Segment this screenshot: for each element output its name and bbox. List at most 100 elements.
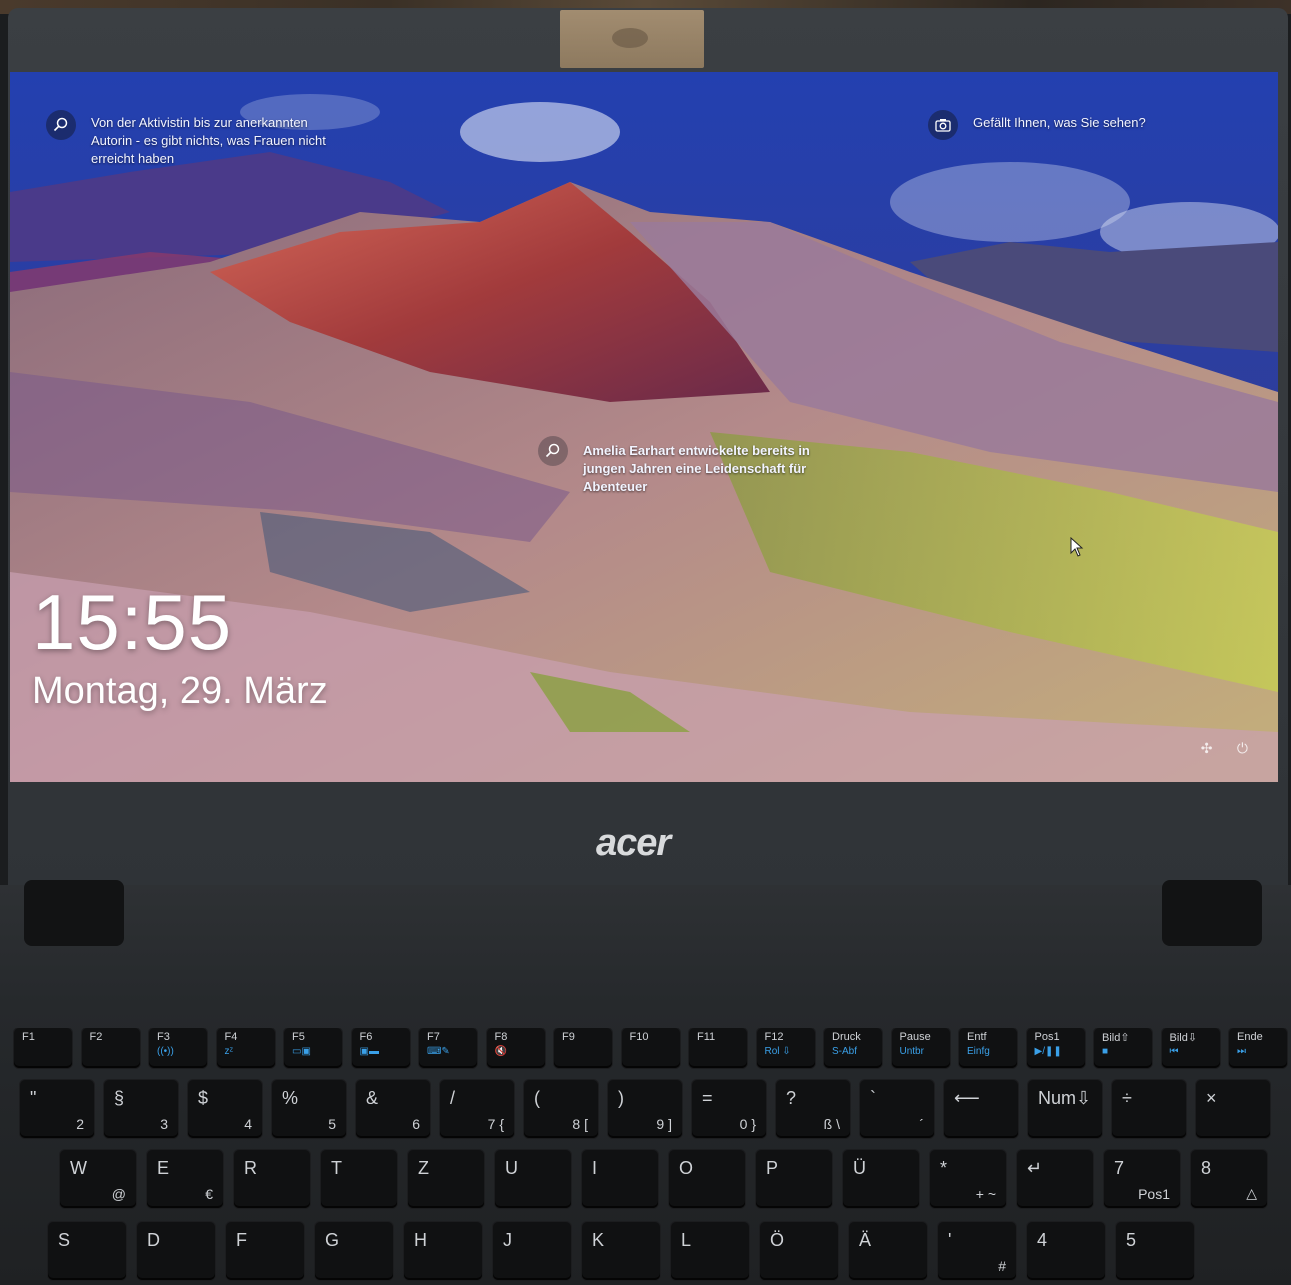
key-qwertz_row-5[interactable]: U bbox=[495, 1150, 571, 1208]
key-function_keys-4[interactable]: F5 ▭▣ bbox=[284, 1028, 342, 1068]
key-number_row-1[interactable]: § 3 bbox=[104, 1080, 178, 1138]
key-function_keys-7[interactable]: F8 🔇 bbox=[486, 1028, 545, 1068]
key-number_row-11[interactable]: ⟵ bbox=[944, 1080, 1018, 1138]
key-qwertz_row-11[interactable]: ↵ bbox=[1017, 1150, 1093, 1208]
key-asdf_row-5[interactable]: J bbox=[493, 1222, 571, 1280]
tip-top-left[interactable]: Von der Aktivistin bis zur anerkannten A… bbox=[46, 110, 366, 170]
key-qwertz_row-6[interactable]: I bbox=[582, 1150, 658, 1208]
key-asdf_row-1[interactable]: D bbox=[137, 1222, 215, 1280]
search-icon-wrap-center[interactable] bbox=[538, 436, 568, 466]
key-number_row-3[interactable]: % 5 bbox=[272, 1080, 346, 1138]
key-label: L bbox=[681, 1230, 692, 1250]
key-qwertz_row-8[interactable]: P bbox=[756, 1150, 832, 1208]
key-number_row-9[interactable]: ? ß \ bbox=[776, 1080, 850, 1138]
key-label: Entf bbox=[967, 1031, 987, 1043]
key-function_keys-14[interactable]: Entf Einfg bbox=[959, 1028, 1017, 1068]
key-asdf_row-8[interactable]: Ö bbox=[760, 1222, 838, 1280]
key-qwertz_row-12[interactable]: 7 Pos1 bbox=[1104, 1150, 1180, 1208]
key-number_row-5[interactable]: / 7 { bbox=[440, 1080, 514, 1138]
key-number_row-6[interactable]: (8 [ bbox=[524, 1080, 598, 1138]
key-number_row-2[interactable]: $4 bbox=[188, 1080, 262, 1138]
key-sublabel: ■ bbox=[1102, 1046, 1109, 1057]
key-number_row-8[interactable]: = 0 } bbox=[692, 1080, 766, 1138]
key-function_keys-0[interactable]: F1 bbox=[14, 1028, 72, 1068]
key-label: ? bbox=[786, 1088, 797, 1108]
tip-center[interactable]: Amelia Earhart entwickelte bereits in ju… bbox=[538, 436, 838, 496]
key-label: U bbox=[505, 1158, 518, 1178]
key-label: O bbox=[679, 1158, 694, 1178]
key-sublabel: ´ bbox=[919, 1116, 924, 1132]
key-qwertz_row-2[interactable]: R bbox=[234, 1150, 310, 1208]
key-asdf_row-6[interactable]: K bbox=[582, 1222, 660, 1280]
key-label: H bbox=[414, 1230, 427, 1250]
key-number_row-7[interactable]: ) 9 ] bbox=[608, 1080, 682, 1138]
brand-logo: acer bbox=[596, 822, 671, 864]
key-number_row-13[interactable]: ÷ bbox=[1112, 1080, 1186, 1138]
key-number_row-14[interactable]: × bbox=[1196, 1080, 1270, 1138]
key-number_row-12[interactable]: Num⇩ bbox=[1028, 1080, 1102, 1138]
key-qwertz_row-7[interactable]: O bbox=[669, 1150, 745, 1208]
key-function_keys-12[interactable]: Druck S-Abf bbox=[824, 1028, 882, 1068]
key-asdf_row-2[interactable]: F bbox=[226, 1222, 304, 1280]
camera-icon-wrap[interactable] bbox=[928, 110, 958, 140]
key-label: Pause bbox=[899, 1031, 931, 1043]
power-icon[interactable]: ⏻ bbox=[1237, 740, 1248, 757]
key-sublabel: ((•)) bbox=[157, 1046, 174, 1057]
key-function_keys-5[interactable]: F6 ▣▬ bbox=[351, 1028, 410, 1068]
key-label: T bbox=[331, 1158, 342, 1178]
key-qwertz_row-10[interactable]: * + ~ bbox=[930, 1150, 1006, 1208]
key-label: F2 bbox=[89, 1031, 103, 1043]
key-qwertz_row-4[interactable]: Z bbox=[408, 1150, 484, 1208]
key-sublabel: 0 } bbox=[739, 1116, 756, 1132]
key-qwertz_row-0[interactable]: W @ bbox=[60, 1150, 136, 1208]
key-function_keys-2[interactable]: F3 ((•)) bbox=[149, 1028, 207, 1068]
key-function_keys-11[interactable]: F12 Rol ⇩ bbox=[756, 1028, 815, 1068]
accessibility-icon[interactable]: ✣ bbox=[1201, 740, 1213, 757]
tip-center-text[interactable]: Amelia Earhart entwickelte bereits in ju… bbox=[583, 442, 833, 496]
key-function_keys-1[interactable]: F2 bbox=[81, 1028, 140, 1068]
key-function_keys-3[interactable]: F4 zᶻ bbox=[216, 1028, 275, 1068]
key-number_row-4[interactable]: & 6 bbox=[356, 1080, 430, 1138]
key-label: F6 bbox=[359, 1031, 373, 1043]
key-label: $ bbox=[198, 1088, 209, 1108]
key-function_keys-17[interactable]: Bild⇩ ⏮ bbox=[1161, 1028, 1220, 1068]
key-asdf_row-3[interactable]: G bbox=[315, 1222, 393, 1280]
like-prompt[interactable]: Gefällt Ihnen, was Sie sehen? bbox=[928, 110, 1188, 144]
key-function_keys-8[interactable]: F9 bbox=[554, 1028, 612, 1068]
key-asdf_row-10[interactable]: ' # bbox=[938, 1222, 1016, 1280]
search-icon bbox=[545, 443, 560, 458]
key-label: 5 bbox=[1126, 1230, 1137, 1250]
key-function_keys-6[interactable]: F7 ⌨✎ bbox=[419, 1028, 477, 1068]
search-icon-wrap[interactable] bbox=[46, 110, 76, 140]
key-asdf_row-11[interactable]: 4 bbox=[1027, 1222, 1105, 1280]
key-label: F3 bbox=[157, 1031, 170, 1043]
key-qwertz_row-1[interactable]: E € bbox=[147, 1150, 223, 1208]
key-label: F10 bbox=[629, 1031, 649, 1043]
key-function_keys-9[interactable]: F10 bbox=[621, 1028, 680, 1068]
key-asdf_row-0[interactable]: S bbox=[48, 1222, 126, 1280]
key-asdf_row-4[interactable]: H bbox=[404, 1222, 482, 1280]
key-qwertz_row-9[interactable]: Ü bbox=[843, 1150, 919, 1208]
key-label: / bbox=[450, 1088, 456, 1108]
key-qwertz_row-13[interactable]: 8 △ bbox=[1191, 1150, 1267, 1208]
key-qwertz_row-3[interactable]: T bbox=[321, 1150, 397, 1208]
tip-top-left-text[interactable]: Von der Aktivistin bis zur anerkannten A… bbox=[91, 114, 366, 168]
key-asdf_row-7[interactable]: L bbox=[671, 1222, 749, 1280]
key-function_keys-16[interactable]: Bild⇧ ■ bbox=[1094, 1028, 1152, 1068]
key-label: Ö bbox=[770, 1230, 785, 1250]
key-asdf_row-12[interactable]: 5 bbox=[1116, 1222, 1194, 1280]
key-function_keys-13[interactable]: Pause Untbr bbox=[891, 1028, 950, 1068]
like-prompt-text[interactable]: Gefällt Ihnen, was Sie sehen? bbox=[973, 114, 1183, 132]
key-number_row-10[interactable]: ` ´ bbox=[860, 1080, 934, 1138]
key-function_keys-10[interactable]: F11 bbox=[689, 1028, 747, 1068]
key-label: Z bbox=[418, 1158, 429, 1178]
key-sublabel: ▶/❚❚ bbox=[1034, 1046, 1062, 1057]
key-label: % bbox=[282, 1088, 299, 1108]
key-asdf_row-9[interactable]: Ä bbox=[849, 1222, 927, 1280]
key-function_keys-15[interactable]: Pos1 ▶/❚❚ bbox=[1026, 1028, 1085, 1068]
lock-screen[interactable]: Von der Aktivistin bis zur anerkannten A… bbox=[10, 72, 1278, 782]
key-function_keys-18[interactable]: Ende ⏭ bbox=[1229, 1028, 1287, 1068]
key-sublabel: 3 bbox=[160, 1116, 168, 1132]
key-number_row-0[interactable]: " 2 bbox=[20, 1080, 94, 1138]
key-label: ÷ bbox=[1122, 1088, 1132, 1108]
